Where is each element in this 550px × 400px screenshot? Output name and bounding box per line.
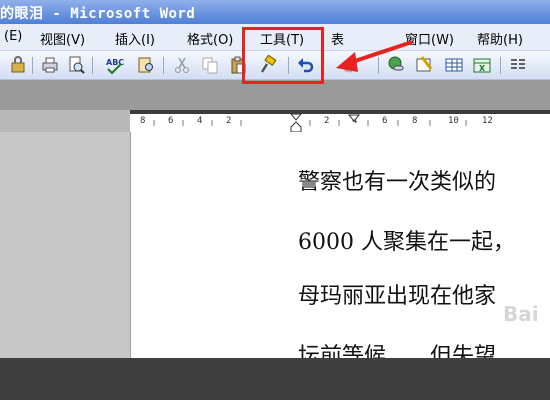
cut-icon[interactable] — [172, 55, 192, 75]
document-line: 6000 人聚集在一起， — [298, 230, 515, 255]
toolbar-separator — [378, 57, 379, 74]
document-line: 警察也有一次类似的 — [298, 170, 497, 195]
tables-borders-icon[interactable] — [414, 55, 434, 75]
menu-help[interactable]: 帮助(H) — [477, 29, 523, 48]
bottom-frame — [0, 358, 550, 400]
menu-format[interactable]: 格式(O) — [187, 29, 233, 48]
left-margin-area — [0, 132, 131, 358]
toolbar-separator — [92, 57, 93, 74]
toolbar-separator — [32, 57, 33, 74]
print-preview-icon[interactable] — [66, 55, 86, 75]
watermark: Bai — [503, 302, 539, 326]
hyperlink-icon[interactable] — [386, 55, 406, 75]
permission-icon[interactable] — [8, 55, 28, 75]
menu-insert[interactable]: 插入(I) — [115, 29, 155, 48]
spelling-icon[interactable]: ABC — [104, 55, 124, 75]
columns-icon[interactable] — [508, 55, 528, 75]
redo-icon[interactable] — [340, 55, 360, 75]
svg-text:X: X — [479, 64, 486, 73]
right-indent-marker-icon[interactable] — [348, 114, 360, 122]
insert-table-icon[interactable] — [444, 55, 464, 75]
ruler-ticks — [153, 120, 467, 126]
annotation-highlight-box — [242, 27, 324, 84]
print-icon[interactable] — [40, 55, 60, 75]
workspace-background — [0, 80, 550, 110]
window-title: 的眼泪 - Microsoft Word — [0, 6, 196, 22]
indent-marker-icon[interactable] — [290, 114, 302, 132]
copy-icon[interactable] — [200, 55, 220, 75]
ruler-corner — [0, 110, 130, 132]
document-line: 母玛丽亚出现在他家 — [298, 284, 497, 309]
menu-edit[interactable]: (E) — [4, 29, 22, 44]
document-line: 坛前等候，，，但失望 — [298, 344, 497, 358]
menu-view[interactable]: 视图(V) — [40, 29, 85, 48]
menu-window[interactable]: 窗口(W) — [405, 29, 454, 48]
research-icon[interactable] — [136, 55, 156, 75]
insert-excel-icon[interactable]: X — [472, 55, 492, 75]
toolbar-separator — [163, 57, 164, 74]
document-page[interactable]: 警察也有一次类似的 6000 人聚集在一起， 母玛丽亚出现在他家 坛前等候，，，… — [131, 132, 550, 358]
svg-text:ABC: ABC — [106, 58, 124, 67]
toolbar-separator — [500, 57, 501, 74]
menu-table[interactable]: 表 — [331, 29, 344, 48]
title-bar: 的眼泪 - Microsoft Word — [0, 0, 550, 24]
horizontal-ruler[interactable]: 8 6 4 2 2 4 6 8 10 12 — [130, 114, 550, 133]
